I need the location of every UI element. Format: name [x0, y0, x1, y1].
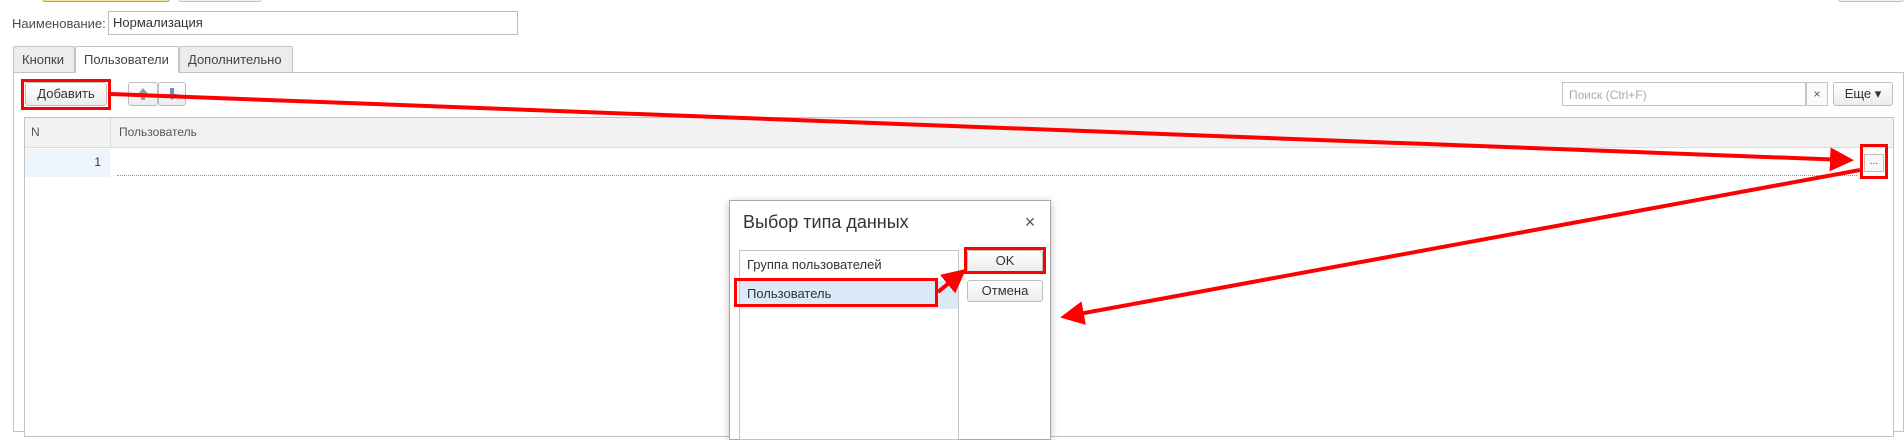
arrow-select-to-dialog [1060, 168, 1861, 325]
annotation-arrows [110, 92, 1861, 325]
tab-users[interactable]: Пользователи [75, 46, 179, 73]
arrow-add-to-select [110, 92, 1854, 172]
arrow-user-to-ok [936, 268, 967, 294]
